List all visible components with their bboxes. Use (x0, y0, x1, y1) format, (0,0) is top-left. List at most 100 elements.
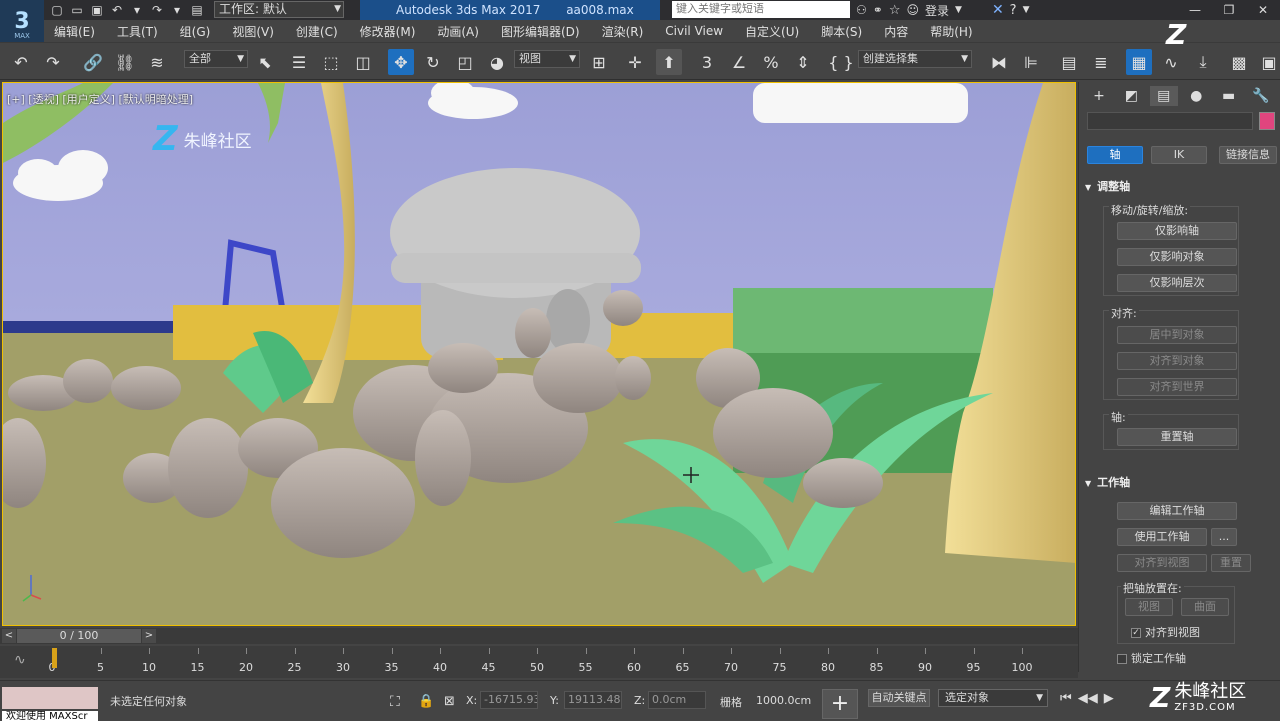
reset-pivot-button[interactable]: 重置轴 (1117, 428, 1237, 446)
affect-hierarchy-only-button[interactable]: 仅影响层次 (1117, 274, 1237, 292)
modify-icon[interactable]: ◩ (1117, 86, 1145, 106)
pivot-center-icon[interactable]: ⊞ (586, 49, 612, 75)
select-rotate-icon[interactable]: ↻ (420, 49, 446, 75)
keyboard-shortcut-override-icon[interactable]: ⬆ (656, 49, 682, 75)
current-frame-marker[interactable] (52, 648, 57, 668)
select-object-icon[interactable]: ⬉ (252, 49, 278, 75)
redo-dropdown-icon[interactable]: ▾ (168, 2, 186, 18)
menu-rendering[interactable]: 渲染(R) (602, 23, 644, 40)
menu-help[interactable]: 帮助(H) (930, 23, 972, 40)
affect-object-only-button[interactable]: 仅影响对象 (1117, 248, 1237, 266)
add-time-tag-icon[interactable]: + (822, 689, 858, 719)
undo-icon[interactable]: ↶ (8, 49, 34, 75)
menu-customize[interactable]: 自定义(U) (745, 23, 799, 40)
menu-scripting[interactable]: 脚本(S) (821, 23, 862, 40)
edit-working-pivot-button[interactable]: 编辑工作轴 (1117, 502, 1237, 520)
create-icon[interactable]: + (1085, 86, 1113, 106)
unlink-icon[interactable]: ⛓ (112, 49, 138, 75)
motion-icon[interactable]: ● (1182, 86, 1210, 106)
exchange-icon[interactable]: ✕ (992, 2, 1004, 18)
select-place-icon[interactable]: ◕ (484, 49, 510, 75)
user-icon[interactable]: ☺ (906, 3, 919, 17)
curve-editor-icon[interactable]: ∿ (1158, 49, 1184, 75)
menu-create[interactable]: 创建(C) (296, 23, 338, 40)
selection-filter-dropdown[interactable]: 全部 ▼ (184, 50, 248, 68)
help-icon[interactable]: ? (1010, 3, 1017, 18)
adjust-pivot-section[interactable]: ▼ 调整轴 (1085, 178, 1279, 194)
schematic-view-icon[interactable]: ⤓ (1190, 49, 1216, 75)
lock-working-pivot-checkbox[interactable]: 锁定工作轴 (1117, 650, 1186, 666)
play-icon[interactable]: ▶ (1104, 691, 1114, 706)
named-selection-sets-dropdown[interactable]: 创建选择集 ▼ (858, 50, 972, 68)
spinner-snap-icon[interactable]: ⇕ (790, 49, 816, 75)
maxscript-listener[interactable] (2, 687, 98, 709)
pivot-tab-button[interactable]: 轴 (1087, 146, 1143, 164)
menu-content[interactable]: 内容 (884, 23, 908, 40)
menu-graph-editors[interactable]: 图形编辑器(D) (501, 23, 580, 40)
restore-icon[interactable]: ❐ (1212, 0, 1246, 20)
z-coordinate-field[interactable]: 0.0cm (648, 691, 706, 709)
chevron-down-icon[interactable]: ▼ (955, 5, 962, 15)
login-link[interactable]: 登录 (925, 2, 949, 19)
chevron-down-icon[interactable]: ▼ (1023, 5, 1030, 15)
time-slider[interactable]: < 0 / 100 > (0, 628, 1078, 644)
select-by-name-icon[interactable]: ☰ (286, 49, 312, 75)
workspace-dropdown[interactable]: 工作区: 默认 ▼ (214, 1, 344, 18)
auto-key-button[interactable]: 自动关键点 (868, 689, 930, 707)
working-pivot-section[interactable]: ▼ 工作轴 (1085, 474, 1279, 490)
scene-explorer-icon[interactable]: ▤ (1056, 49, 1082, 75)
edit-named-sets-icon[interactable]: { } (828, 49, 854, 75)
close-icon[interactable]: ✕ (1246, 0, 1280, 20)
open-file-icon[interactable]: ▭ (68, 2, 86, 18)
align-to-object-button[interactable]: 对齐到对象 (1117, 352, 1237, 370)
perspective-viewport[interactable]: [+] [透视] [用户定义] [默认明暗处理] Z 朱峰社区 (2, 82, 1076, 626)
align-to-view-checkbox[interactable]: ✓ 对齐到视图 (1131, 624, 1200, 640)
search-input[interactable] (672, 1, 850, 18)
absolute-mode-icon[interactable]: ⊠ (444, 694, 455, 709)
save-icon[interactable]: ▣ (88, 2, 106, 18)
undo-icon[interactable]: ↶ (108, 2, 126, 18)
reset-working-pivot-button[interactable]: 重置 (1211, 554, 1251, 572)
material-editor-icon[interactable]: ▩ (1226, 49, 1252, 75)
display-icon[interactable]: ▬ (1215, 86, 1243, 106)
mirror-icon[interactable]: ⧓ (986, 49, 1012, 75)
lock-selection-icon[interactable]: 🔒 (418, 694, 434, 709)
menu-group[interactable]: 组(G) (180, 23, 211, 40)
menu-animation[interactable]: 动画(A) (437, 23, 479, 40)
rectangular-selection-icon[interactable]: ⬚ (318, 49, 344, 75)
object-color-swatch[interactable] (1259, 112, 1275, 130)
link-info-tab-button[interactable]: 链接信息 (1219, 146, 1277, 164)
maxscript-label[interactable]: 欢迎使用 MAXScr (2, 711, 98, 721)
menu-civil-view[interactable]: Civil View (665, 24, 723, 38)
layer-explorer-icon[interactable]: ≣ (1088, 49, 1114, 75)
isolate-selection-icon[interactable]: ⛶ (390, 694, 400, 710)
redo-icon[interactable]: ↷ (148, 2, 166, 18)
render-setup-icon[interactable]: ▣ (1256, 49, 1280, 75)
track-bar[interactable]: ∿ 05101520253035404550556065707580859095… (0, 646, 1078, 678)
select-move-icon[interactable]: ✥ (388, 49, 414, 75)
menu-views[interactable]: 视图(V) (232, 23, 274, 40)
star-icon[interactable]: ☆ (889, 3, 901, 18)
ik-tab-button[interactable]: IK (1151, 146, 1207, 164)
place-view-button[interactable]: 视图 (1125, 598, 1173, 616)
minimize-icon[interactable]: — (1178, 0, 1212, 20)
align-icon[interactable]: ⊫ (1018, 49, 1044, 75)
align-to-view-button[interactable]: 对齐到视图 (1117, 554, 1207, 572)
align-to-world-button[interactable]: 对齐到世界 (1117, 378, 1237, 396)
y-coordinate-field[interactable]: 19113.486 (564, 691, 622, 709)
hierarchy-icon[interactable]: ▤ (1149, 86, 1178, 106)
time-slider-thumb[interactable]: 0 / 100 (17, 629, 141, 643)
bind-spacewarp-icon[interactable]: ≋ (144, 49, 170, 75)
use-working-pivot-button[interactable]: 使用工作轴 (1117, 528, 1207, 546)
time-slider-prev-icon[interactable]: < (2, 629, 16, 643)
undo-dropdown-icon[interactable]: ▾ (128, 2, 146, 18)
binoculars-icon[interactable]: ⚇ (856, 3, 867, 17)
new-file-icon[interactable]: ▢ (48, 2, 66, 18)
key-filter-dropdown[interactable]: 选定对象 ▼ (938, 689, 1048, 707)
redo-icon[interactable]: ↷ (40, 49, 66, 75)
x-coordinate-field[interactable]: -16715.93 (480, 691, 538, 709)
select-scale-icon[interactable]: ◰ (452, 49, 478, 75)
time-slider-next-icon[interactable]: > (142, 629, 156, 643)
angle-snap-icon[interactable]: ∠ (726, 49, 752, 75)
go-to-start-icon[interactable]: ⏮ (1060, 691, 1072, 706)
